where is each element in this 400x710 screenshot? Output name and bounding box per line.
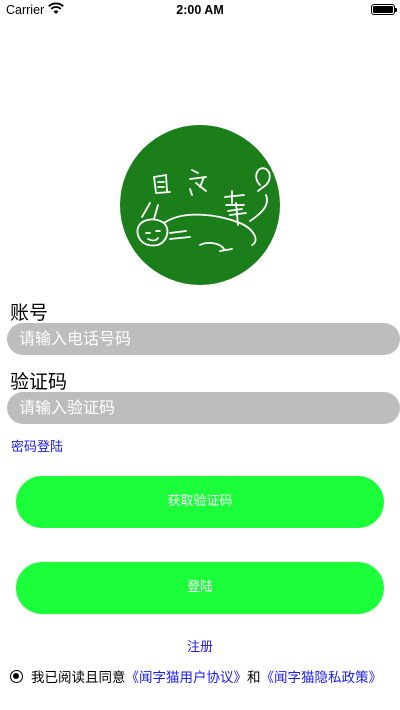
get-code-button[interactable]: 获取验证码 — [16, 476, 384, 528]
agreement-conjunction: 和 — [247, 670, 261, 686]
agreement-prefix: 我已阅读且同意 — [31, 670, 126, 686]
user-agreement-link[interactable]: 《闻字猫用户协议》 — [126, 666, 248, 686]
privacy-policy-link[interactable]: 《闻字猫隐私政策》 — [261, 666, 383, 686]
cat-logo-icon — [120, 125, 280, 285]
phone-input[interactable]: 请输入电话号码 — [7, 323, 400, 355]
login-button[interactable]: 登陆 — [16, 562, 384, 614]
battery-icon — [371, 4, 397, 15]
status-time: 2:00 AM — [176, 3, 224, 17]
agreement-radio[interactable] — [10, 669, 23, 683]
password-login-link[interactable]: 密码登陆 — [11, 436, 63, 455]
app-logo — [120, 125, 280, 285]
status-bar: Carrier 2:00 AM — [0, 0, 400, 20]
verification-code-label: 验证码 — [10, 371, 68, 393]
verification-code-input[interactable]: 请输入验证码 — [7, 392, 400, 424]
agreement-row: 我已阅读且同意 《闻字猫用户协议》 和 《闻字猫隐私政策》 — [10, 666, 382, 686]
register-link[interactable]: 注册 — [0, 636, 400, 655]
account-label: 账号 — [10, 302, 49, 324]
